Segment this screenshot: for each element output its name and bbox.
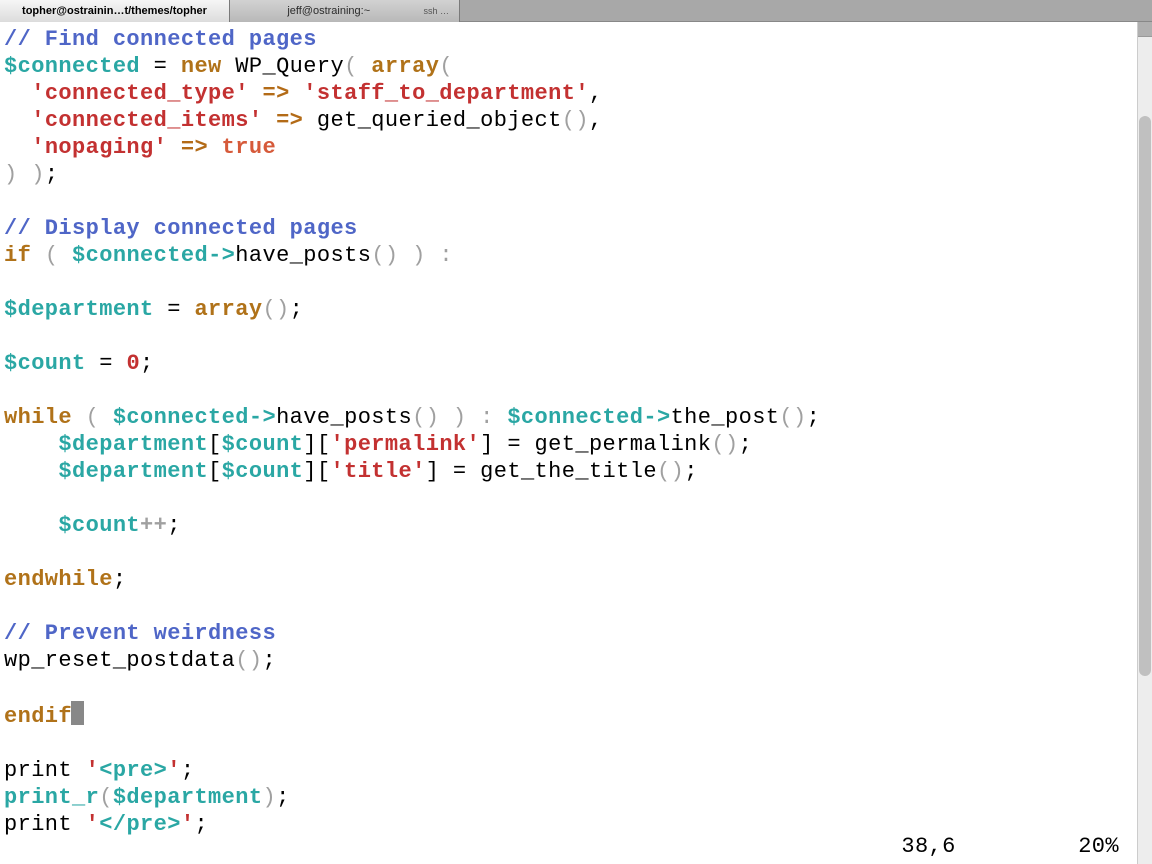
editor-wrap: // Find connected pages $connected = new… xyxy=(0,22,1152,864)
tab-bar: topher@ostrainin…t/themes/topher jeff@os… xyxy=(0,0,1152,22)
status-bar: 38,6 20% xyxy=(901,833,1119,860)
scroll-percent: 20% xyxy=(1078,834,1119,859)
tab-2[interactable]: jeff@ostraining:~ ssh … xyxy=(230,0,460,22)
code-comment: // Find connected pages xyxy=(4,27,317,52)
tab-1[interactable]: topher@ostrainin…t/themes/topher xyxy=(0,0,230,22)
scrollbar[interactable] xyxy=(1137,22,1152,864)
scrollbar-thumb[interactable] xyxy=(1139,116,1151,676)
tab-2-label: jeff@ostraining:~ xyxy=(240,0,417,22)
tab-2-ssh: ssh … xyxy=(423,0,449,22)
tab-1-label: topher@ostrainin…t/themes/topher xyxy=(10,0,219,22)
code-editor[interactable]: // Find connected pages $connected = new… xyxy=(0,22,1137,864)
scroll-top-icon[interactable] xyxy=(1138,22,1152,37)
code-var: $connected xyxy=(4,54,140,79)
cursor xyxy=(71,701,84,725)
cursor-position: 38,6 xyxy=(901,834,955,859)
